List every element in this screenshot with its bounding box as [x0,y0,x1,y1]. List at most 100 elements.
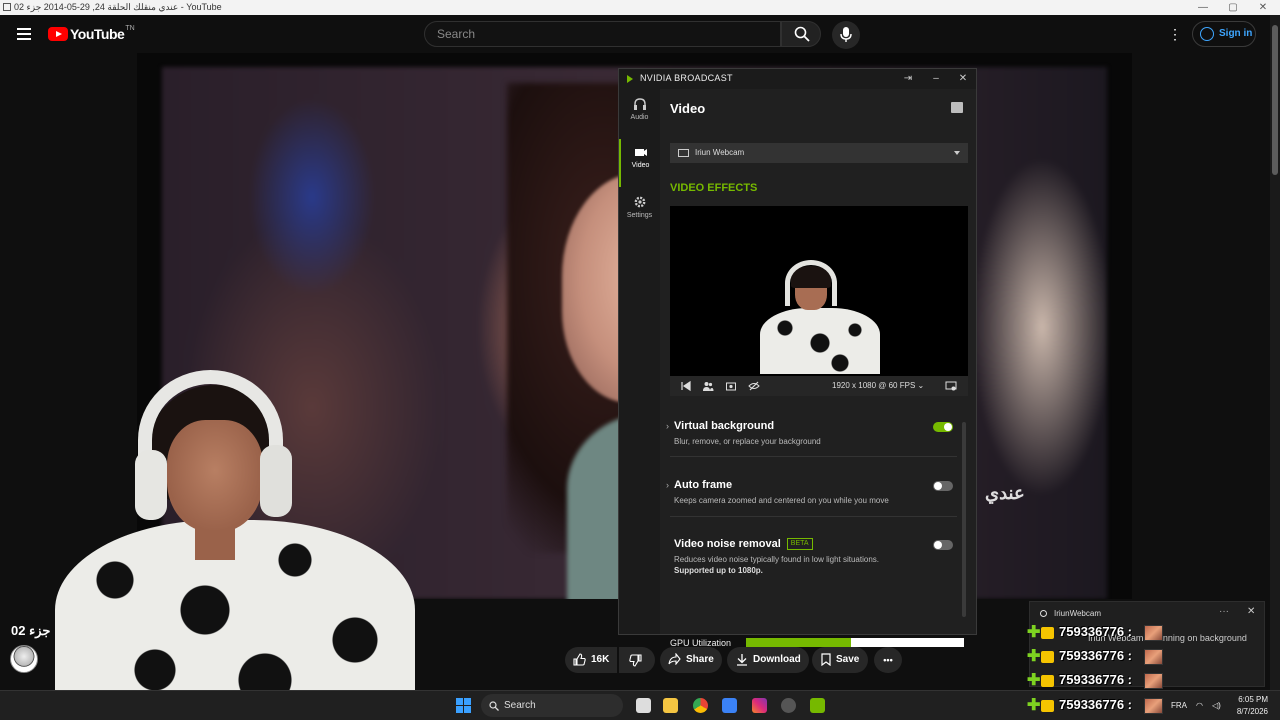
camera-source-dropdown[interactable]: Iriun Webcam [670,143,968,163]
more-actions-button[interactable]: ••• [874,647,902,673]
nvidia-sidebar: Audio Video Settings [619,89,660,634]
divider [670,456,957,457]
youtube-logo[interactable]: YouTube TN [48,24,135,42]
camera-preview [670,206,968,396]
maximize-button[interactable]: ▢ [1218,0,1248,15]
chat-text: 759336776 : [1059,648,1133,663]
plus-icon: ✚ [1027,697,1041,714]
save-button[interactable]: Save [812,647,868,673]
notification-more-button[interactable]: ··· [1219,606,1229,617]
crown-icon [1041,675,1054,687]
crown-icon [1041,651,1054,663]
dislike-button[interactable] [619,647,655,673]
chat-avatar [1144,649,1163,665]
taskbar-search-label: Search [504,700,536,711]
nvidia-close-button[interactable]: ✕ [956,72,970,86]
auto-frame-toggle[interactable] [933,481,953,491]
account-icon [1200,27,1214,41]
file-explorer-icon[interactable] [663,698,678,713]
download-button[interactable]: Download [727,647,809,673]
nvidia-broadcast-taskbar-icon[interactable] [810,698,825,713]
window-titlebar: عندي منقلك الحلقة 24, 29-05-2014 جزء 02 … [0,0,1280,15]
sidebar-item-settings[interactable]: Settings [619,189,660,237]
effect-name: Auto frame [674,479,733,491]
nvidia-minimize-button[interactable]: – [929,72,943,86]
resolution-value: 1920 x 1080 @ 60 FPS [832,381,916,390]
logo-country: TN [125,24,135,32]
gpu-utilization-label: GPU Utilization [670,638,732,648]
video-camera-icon [634,149,647,156]
chevron-right-icon: › [666,480,669,490]
instagram-icon[interactable] [752,698,767,713]
sidebar-item-audio[interactable]: Audio [619,91,660,139]
preview-settings-icon[interactable] [945,380,957,392]
screenshot-icon[interactable] [725,380,737,392]
settings-more-icon[interactable]: ⋮ [1168,26,1182,42]
volume-icon[interactable]: ◁) [1212,691,1221,720]
clock-time: 6:05 PM [1238,695,1268,704]
thumbs-up-icon [573,653,586,666]
logo-text: YouTube [70,26,125,42]
virtual-background-toggle[interactable] [933,422,953,432]
sign-in-button[interactable]: Sign in [1192,21,1256,47]
effects-scrollbar[interactable] [962,422,966,617]
headset-cup-left [135,450,167,520]
language-indicator[interactable]: FRA [1171,691,1187,720]
scrollbar-thumb[interactable] [1272,25,1278,175]
minimize-button[interactable]: — [1188,0,1218,15]
windows-start-icon[interactable] [456,698,471,713]
taskbar-search[interactable]: Search [481,694,623,717]
voice-search-button[interactable] [832,21,860,49]
task-view-icon[interactable] [636,698,651,713]
search-input[interactable]: Search [424,21,781,47]
microphone-icon [840,27,852,42]
store-icon[interactable] [722,698,737,713]
app-icon [3,3,11,11]
chat-avatar [1144,625,1163,641]
notification-close-button[interactable]: ✕ [1247,606,1255,617]
skip-icon[interactable] [680,380,692,392]
save-label: Save [836,654,860,665]
effect-name: Video noise removal BETA [674,538,813,551]
effect-description: Blur, remove, or replace your background [674,437,821,446]
system-clock[interactable]: 6:05 PM 8/7/2026 [1228,694,1268,718]
crown-icon [1041,627,1054,639]
close-window-button[interactable]: ✕ [1248,0,1278,15]
sidebar-item-label: Settings [626,212,653,219]
effects-list: › Virtual background Blur, remove, or re… [666,420,957,620]
people-icon[interactable] [702,380,714,392]
video-noise-removal-toggle[interactable] [933,540,953,550]
plus-icon: ✚ [1027,672,1041,689]
clock-date: 8/7/2026 [1236,707,1268,716]
search-icon [794,26,810,42]
resolution-selector[interactable]: 1920 x 1080 @ 60 FPS ⌄ [832,381,924,390]
camera-source-value: Iriun Webcam [695,148,745,157]
thumbs-down-icon [629,654,642,667]
app-icon-notification[interactable] [781,698,796,713]
hide-preview-icon[interactable] [748,380,760,392]
share-button[interactable]: Share [660,647,722,673]
chat-avatar [1144,698,1163,714]
youtube-play-icon [48,27,68,41]
chat-text: 759336776 : [1059,672,1133,687]
like-count: 16K [591,654,610,665]
pin-icon[interactable]: ⇥ [901,72,915,86]
preview-toolbar: 1920 x 1080 @ 60 FPS ⌄ [670,376,968,396]
nvidia-broadcast-window: NVIDIA BROADCAST ⇥ – ✕ Audio Video Setti… [618,68,977,648]
chrome-icon[interactable] [693,698,708,713]
plus-icon: ✚ [1027,624,1041,641]
download-label: Download [753,654,801,665]
menu-icon[interactable] [17,28,31,40]
sidebar-item-video[interactable]: Video [619,139,660,187]
nvidia-logo-icon [627,75,633,83]
search-button[interactable] [781,21,821,47]
feedback-icon[interactable] [951,102,963,113]
gpu-utilization-bar [746,638,964,647]
wifi-icon[interactable]: ◠ [1196,691,1203,720]
page-scrollbar[interactable] [1270,15,1280,690]
window-title: عندي منقلك الحلقة 24, 29-05-2014 جزء 02 … [14,2,222,12]
like-button[interactable]: 16K [565,647,617,673]
channel-avatar[interactable] [10,645,38,673]
chevron-right-icon: › [666,421,669,431]
webcam-icon [678,149,689,157]
